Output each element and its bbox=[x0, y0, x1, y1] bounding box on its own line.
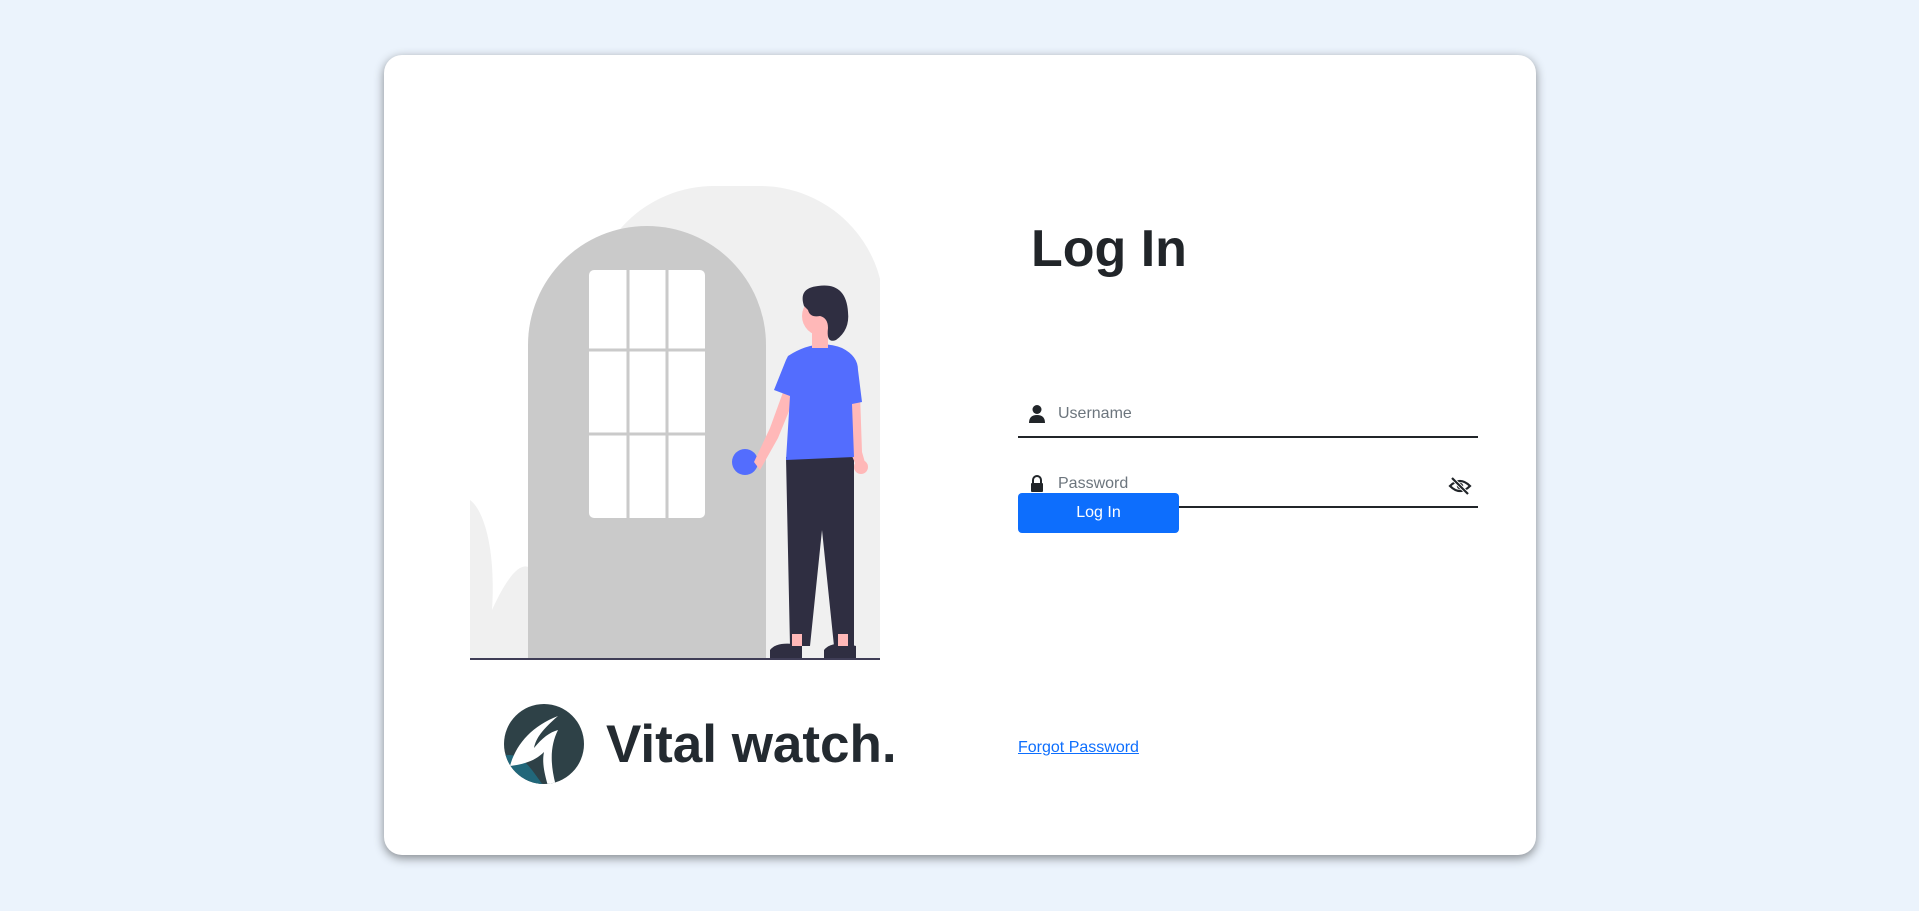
door-illustration bbox=[470, 186, 880, 660]
eye-slash-icon[interactable] bbox=[1448, 474, 1472, 498]
vital-watch-logo-icon bbox=[504, 704, 584, 784]
brand-name: Vital watch. bbox=[606, 714, 897, 774]
page-title: Log In bbox=[1031, 220, 1187, 278]
brand-logo: Vital watch. bbox=[502, 702, 897, 786]
forgot-password-link[interactable]: Forgot Password bbox=[1018, 739, 1139, 757]
login-card: Vital watch. Log In Log In Forgot Passwo… bbox=[384, 55, 1536, 855]
username-field bbox=[1018, 394, 1478, 438]
login-button[interactable]: Log In bbox=[1018, 493, 1179, 533]
username-input[interactable] bbox=[1058, 394, 1438, 434]
user-icon bbox=[1029, 405, 1045, 423]
lock-icon bbox=[1031, 475, 1043, 492]
